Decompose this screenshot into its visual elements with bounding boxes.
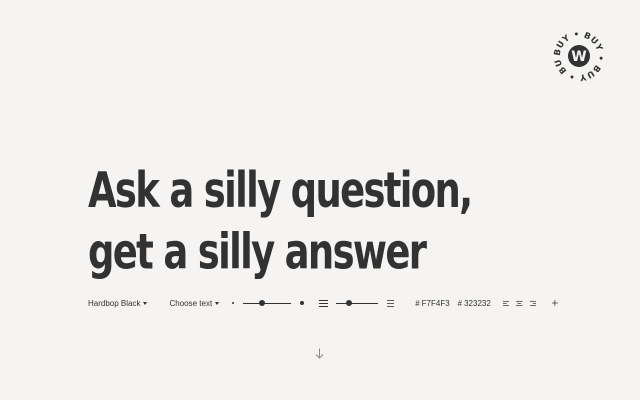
align-right-icon[interactable] <box>529 300 537 307</box>
line-height-control <box>319 298 395 308</box>
font-select-label: Hardbop Black <box>88 298 141 308</box>
font-size-slider-thumb[interactable] <box>259 300 266 306</box>
buy-badge[interactable]: W BUY • BUY • BUY • BUY • <box>553 30 605 82</box>
font-size-control <box>232 298 305 308</box>
headline-text[interactable]: Ask a silly question, get a silly answer <box>88 160 525 283</box>
small-size-icon <box>232 302 235 304</box>
text-select-label: Choose text <box>169 298 213 308</box>
line-height-slider-thumb[interactable] <box>345 300 352 306</box>
background-color-field[interactable]: # F7F4F3 <box>415 299 449 308</box>
align-left-icon[interactable] <box>502 300 510 307</box>
page: W BUY • BUY • BUY • BUY • Ask a silly qu… <box>0 0 640 400</box>
plus-icon[interactable] <box>552 299 559 307</box>
hash-symbol: # <box>457 298 463 308</box>
large-size-icon <box>300 301 305 305</box>
chevron-down-icon <box>215 301 220 305</box>
arrow-down-icon[interactable] <box>315 348 324 359</box>
font-size-slider[interactable] <box>243 298 292 308</box>
headline-container: Ask a silly question, get a silly answer <box>88 160 640 283</box>
buy-badge-icon: W BUY • BUY • BUY • BUY • <box>553 30 605 82</box>
font-size-slider-track <box>243 302 292 304</box>
font-select[interactable]: Hardbop Black <box>88 298 148 308</box>
align-center-icon[interactable] <box>516 300 523 307</box>
hash-symbol: # <box>415 298 420 308</box>
type-tester-toolbar: Hardbop Black Choose text # F7F4F3 # 323… <box>88 295 559 311</box>
line-height-slider[interactable] <box>336 298 379 308</box>
text-select[interactable]: Choose text <box>169 298 220 308</box>
loose-leading-icon <box>387 299 395 307</box>
background-color-value: F7F4F3 <box>421 298 450 308</box>
badge-letter: W <box>571 49 586 65</box>
chevron-down-icon <box>143 301 148 305</box>
tight-leading-icon <box>319 299 329 307</box>
text-color-field[interactable]: # 323232 <box>458 299 491 308</box>
line-height-slider-track <box>336 302 379 304</box>
text-color-value: 323232 <box>464 298 491 308</box>
